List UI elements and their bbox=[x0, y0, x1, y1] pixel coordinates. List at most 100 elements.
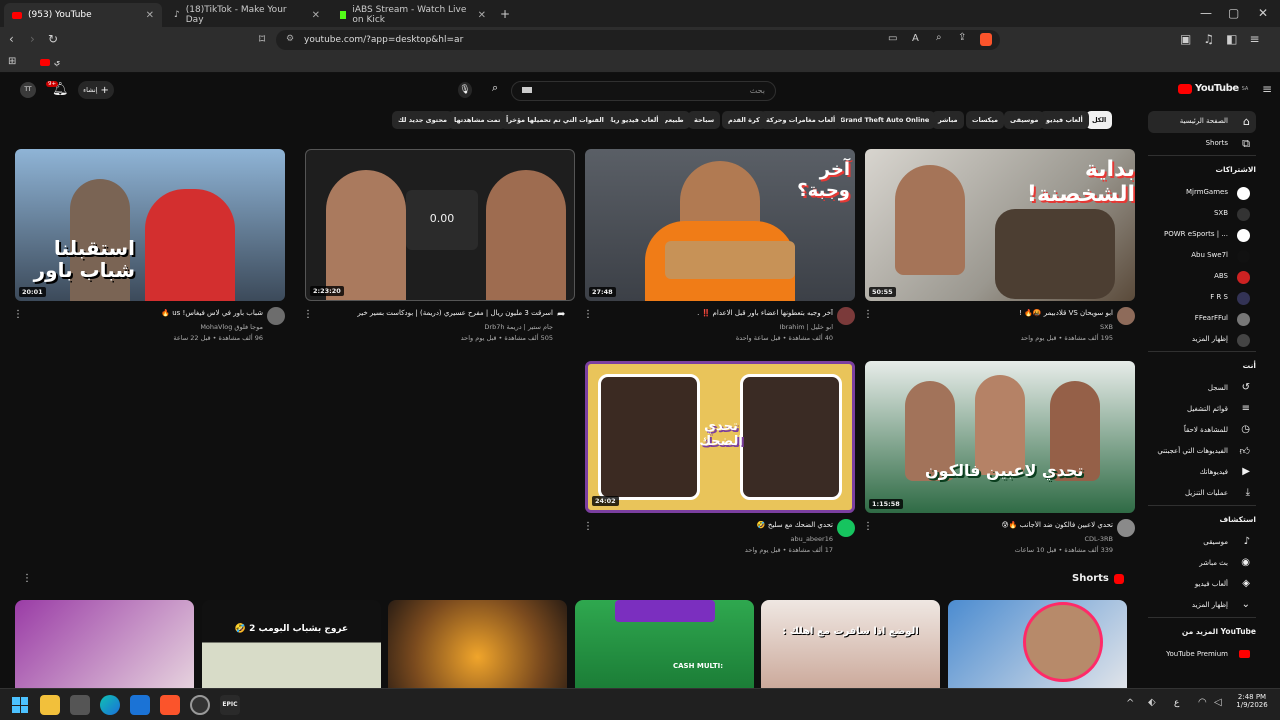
more-options-icon[interactable]: ⋮ bbox=[583, 521, 593, 532]
sidebar-section-heading[interactable]: استكشاف bbox=[1156, 515, 1256, 524]
sidebar-toggle-icon[interactable]: ▣ bbox=[1180, 33, 1191, 45]
window-close-icon[interactable]: ✕ bbox=[1258, 7, 1268, 19]
video-thumbnail[interactable]: 0.00 2:23:20 bbox=[305, 149, 575, 301]
sidebar-section-heading[interactable]: أنت bbox=[1156, 361, 1256, 370]
edge-icon[interactable] bbox=[100, 695, 120, 715]
filter-chip[interactable]: الكل bbox=[1086, 111, 1113, 129]
account-avatar[interactable]: TT bbox=[20, 82, 36, 98]
video-thumbnail[interactable]: استقبلنا شباب باور 20:01 bbox=[15, 149, 285, 301]
more-options-icon[interactable]: ⋮ bbox=[303, 309, 313, 320]
short-card[interactable] bbox=[948, 600, 1127, 688]
wifi-icon[interactable]: ◠ bbox=[1198, 698, 1207, 708]
more-options-icon[interactable]: ⋮ bbox=[583, 309, 593, 320]
video-card[interactable]: استقبلنا شباب باور 20:01 شباب باور في لا… bbox=[13, 149, 285, 342]
sidebar-subscription[interactable]: ABS bbox=[1148, 267, 1256, 288]
sidebar-item[interactable]: فيديوهاتك ▶ bbox=[1148, 463, 1256, 484]
video-channel[interactable]: موجا فلوق MohaVlog bbox=[25, 323, 263, 331]
video-title[interactable]: تحدي لاعبين فالكون ضد الأجانب 🔥😰 bbox=[875, 521, 1113, 529]
sidebar-subscription[interactable]: FFearFFul bbox=[1148, 309, 1256, 330]
media-icon[interactable]: ♫ bbox=[1203, 33, 1214, 45]
filter-chip[interactable]: تمت مشاهدتها bbox=[448, 111, 507, 129]
short-card[interactable]: CASH MULTI: bbox=[575, 600, 754, 688]
volume-icon[interactable]: ◁ bbox=[1214, 698, 1222, 708]
start-icon[interactable] bbox=[12, 697, 28, 713]
video-title[interactable]: شباب باور في لاس فيغاس! us 🔥 bbox=[25, 309, 263, 317]
tab-youtube[interactable]: (953) YouTube ✕ bbox=[4, 3, 162, 27]
sidebar-subscription[interactable]: Abu Swe7l bbox=[1148, 246, 1256, 267]
sidebar-item-shorts[interactable]: Shorts ⧉ bbox=[1148, 133, 1256, 155]
panel-icon[interactable]: ◧ bbox=[1226, 33, 1237, 45]
outlook-icon[interactable] bbox=[130, 695, 150, 715]
filter-chip[interactable]: محتوى جديد لك bbox=[392, 111, 454, 129]
video-title[interactable]: اسرقت 3 مليون ريال | مفرح عسيري (دريمة) … bbox=[315, 309, 553, 317]
maximize-icon[interactable]: ▢ bbox=[1228, 7, 1239, 19]
video-title[interactable]: آخر وجبه بتعطونها اعضاء باور قبل الاعدام… bbox=[595, 309, 833, 317]
tray-app-icon[interactable]: ⬖ bbox=[1148, 698, 1156, 708]
video-card[interactable]: 0.00 2:23:20 ➦ اسرقت 3 مليون ريال | مفرح… bbox=[303, 149, 575, 342]
youtube-logo[interactable]: YouTube SA bbox=[1178, 83, 1248, 94]
channel-avatar[interactable] bbox=[837, 307, 855, 325]
video-channel[interactable]: CDL-3RB bbox=[875, 535, 1113, 543]
video-card[interactable]: بداية الشخصنة! 50:55 ابو سويحان VS قلادب… bbox=[863, 149, 1135, 342]
sidebar-subscription[interactable]: SXB bbox=[1148, 204, 1256, 225]
filter-chip[interactable]: ألعاب مغامرات وحركة bbox=[760, 111, 842, 129]
minimize-icon[interactable]: — bbox=[1200, 7, 1212, 19]
forward-icon[interactable]: › bbox=[30, 33, 35, 45]
sidebar-item[interactable]: عمليات التنزيل ⤓ bbox=[1148, 484, 1256, 505]
sidebar-item[interactable]: بث مباشر ◉ bbox=[1148, 554, 1256, 575]
site-info-icon[interactable]: ⚙ bbox=[286, 34, 294, 44]
sidebar-item[interactable]: إظهار المزيد ⌄ bbox=[1148, 596, 1256, 617]
tray-chevron-icon[interactable]: ^ bbox=[1126, 699, 1134, 709]
video-channel[interactable]: abu_abeer16 bbox=[595, 535, 833, 543]
filter-chip[interactable]: الفنوات التي تم تحميلها مؤخراً bbox=[500, 111, 610, 129]
voice-search-icon[interactable]: 🎙︎ bbox=[458, 82, 472, 98]
sidebar-item[interactable]: للمشاهدة لاحقاً ◷ bbox=[1148, 421, 1256, 442]
translate-icon[interactable]: A bbox=[912, 34, 919, 44]
menu-icon[interactable]: ≡ bbox=[1249, 33, 1259, 45]
sidebar-item[interactable]: السجل ↺ bbox=[1148, 379, 1256, 400]
sidebar-subscription[interactable]: MjrmGames bbox=[1148, 183, 1256, 204]
video-card[interactable]: تحدي لاعبين فالكون 1:15:58 تحدي لاعبين ف… bbox=[863, 361, 1135, 554]
short-card[interactable]: عروج بشباب البومب 2 🤣 bbox=[202, 600, 381, 688]
sidebar-item-home[interactable]: الصفحة الرئيسية ⌂ bbox=[1148, 111, 1256, 133]
sidebar-subscription[interactable]: إظهار المزيد bbox=[1148, 330, 1256, 351]
video-thumbnail[interactable]: تحدي الضحك 24:02 bbox=[585, 361, 855, 513]
filter-chip[interactable]: Grand Theft Auto Online bbox=[834, 111, 936, 129]
bookmark-icon[interactable]: ⌑ bbox=[259, 33, 265, 45]
close-tab-icon[interactable]: ✕ bbox=[312, 10, 320, 21]
filter-chip[interactable]: ألعاب فيديو bbox=[1040, 111, 1089, 129]
hamburger-menu-icon[interactable]: ≡ bbox=[1262, 83, 1272, 95]
brave-icon[interactable] bbox=[160, 695, 180, 715]
new-tab-icon[interactable]: + bbox=[500, 8, 510, 20]
file-explorer-icon[interactable] bbox=[40, 695, 60, 715]
filter-chip[interactable]: كرة القدم bbox=[722, 111, 766, 129]
channel-avatar[interactable] bbox=[837, 519, 855, 537]
back-icon[interactable]: ‹ bbox=[9, 33, 14, 45]
sidebar-item[interactable]: الفيديوهات التي أعجبتني 👍︎ bbox=[1148, 442, 1256, 463]
zoom-icon[interactable]: ⌕ bbox=[936, 33, 942, 43]
video-thumbnail[interactable]: بداية الشخصنة! 50:55 bbox=[865, 149, 1135, 301]
more-options-icon[interactable]: ⋮ bbox=[863, 309, 873, 320]
cast-icon[interactable]: ▭ bbox=[888, 34, 897, 44]
video-title[interactable]: ابو سويحان VS قلادبيمر 🤬🔥 ! bbox=[875, 309, 1113, 317]
epic-games-icon[interactable]: EPIC bbox=[220, 695, 240, 715]
sidebar-subscription[interactable]: POWR eSports | ... bbox=[1148, 225, 1256, 246]
video-card[interactable]: تحدي الضحك 24:02 تحدي الضحك مع سليخ 🤣 ab… bbox=[583, 361, 855, 554]
more-options-icon[interactable]: ⋮ bbox=[13, 309, 23, 320]
search-input[interactable]: بحث bbox=[511, 81, 776, 101]
youtube-bookmark-icon[interactable] bbox=[40, 59, 50, 66]
filter-chip[interactable]: مباشر bbox=[932, 111, 964, 129]
video-channel[interactable]: جام ستير | دريمة Drb7h bbox=[315, 323, 553, 331]
keyboard-icon[interactable] bbox=[522, 87, 532, 93]
channel-avatar[interactable] bbox=[1117, 307, 1135, 325]
sidebar-item[interactable]: قوائم التشغيل ≡ bbox=[1148, 400, 1256, 421]
sidebar-section-heading[interactable]: المزيد من YouTube bbox=[1156, 627, 1256, 636]
close-tab-icon[interactable]: ✕ bbox=[478, 10, 486, 21]
sidebar-subscription[interactable]: F R S bbox=[1148, 288, 1256, 309]
input-language[interactable]: ع bbox=[1174, 698, 1179, 708]
reload-icon[interactable]: ↻ bbox=[48, 33, 58, 45]
sidebar-item[interactable]: ألعاب فيديو ◈ bbox=[1148, 575, 1256, 596]
sidebar-item[interactable]: YouTube Premium bbox=[1148, 645, 1256, 666]
close-tab-icon[interactable]: ✕ bbox=[146, 10, 154, 21]
short-card[interactable] bbox=[15, 600, 194, 688]
